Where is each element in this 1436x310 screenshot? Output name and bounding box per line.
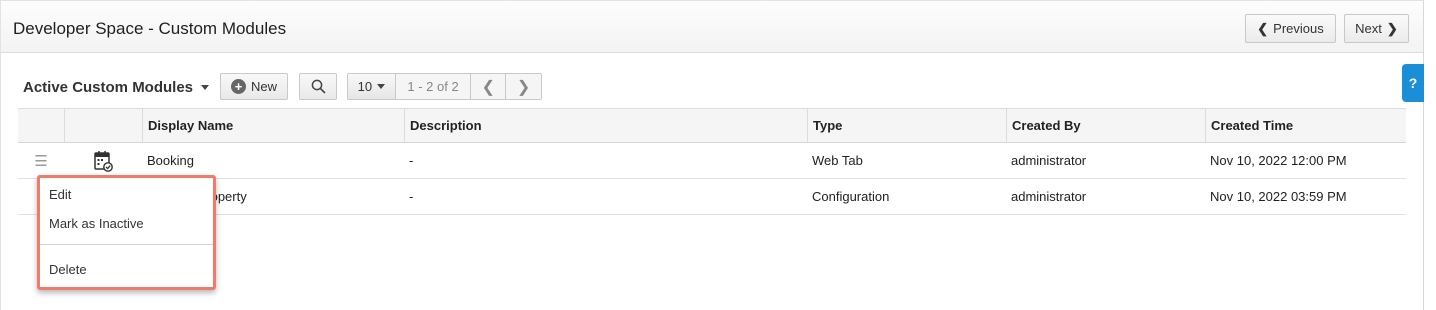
caret-down-icon [201,84,210,90]
main-panel: Developer Space - Custom Modules ❮ Previ… [0,0,1424,310]
menu-item-edit[interactable]: Edit [49,187,71,202]
type-cell: Web Tab [812,153,863,168]
display-name-cell[interactable]: Booking [142,143,404,178]
view-selector[interactable]: Active Custom Modules [23,77,210,97]
view-label: Active Custom Modules [23,78,194,96]
next-label: Next [1355,21,1382,36]
chevron-right-icon: ❯ [1386,20,1398,36]
menu-item-delete[interactable]: Delete [49,262,87,277]
plus-circle-icon: + [230,79,246,94]
table-row[interactable]: Booking Property - Configuration adminis… [18,179,1406,215]
previous-button[interactable]: ❮ Previous [1245,14,1336,43]
header-created-by[interactable]: Created By [1006,109,1205,142]
header-icon-col [64,109,142,142]
menu-divider [40,244,213,245]
created-time-cell: Nov 10, 2022 12:00 PM [1210,153,1347,168]
page-range: 1 - 2 of 2 [395,74,472,99]
description-cell: - [409,153,414,168]
header-actions-col [18,109,64,142]
row-context-menu: Edit Mark as Inactive Delete [37,175,216,290]
pagination: 10 1 - 2 of 2 ❮ ❯ [347,73,542,100]
hamburger-icon: ☰ [34,152,48,170]
chevron-left-icon: ❮ [1257,20,1269,36]
row-icon-cell [64,143,142,178]
created-time-cell: Nov 10, 2022 03:59 PM [1210,189,1347,204]
modules-table: Display Name Description Type Created By… [18,108,1406,215]
header-description[interactable]: Description [404,109,807,142]
created-by-cell: administrator [1011,189,1087,204]
new-label: New [250,79,277,94]
page-size-select[interactable]: 10 [348,74,396,99]
chevron-right-icon: ❯ [516,78,531,96]
page-next-button[interactable]: ❯ [506,74,541,99]
help-tab[interactable]: ? [1402,64,1424,102]
header-created-time[interactable]: Created Time [1205,109,1406,142]
page-size-value: 10 [357,79,373,94]
calendar-check-icon [94,150,113,172]
previous-label: Previous [1273,21,1324,36]
new-button[interactable]: + New [220,73,288,100]
chevron-left-icon: ❮ [481,78,495,96]
created-by-cell: administrator [1011,153,1087,168]
header-type[interactable]: Type [807,109,1006,142]
page-header: Developer Space - Custom Modules ❮ Previ… [1,1,1423,53]
table-row[interactable]: ☰ Booking - Web Tab administrator Nov 10… [18,143,1406,179]
help-icon: ? [1408,75,1418,91]
row-menu-button[interactable]: ☰ [18,143,64,178]
menu-item-mark-inactive[interactable]: Mark as Inactive [49,216,144,231]
type-cell: Configuration [812,189,890,204]
search-icon [311,79,325,94]
page-prev-button[interactable]: ❮ [471,74,507,99]
table-header: Display Name Description Type Created By… [18,108,1406,143]
search-button[interactable] [299,73,337,100]
page-title: Developer Space - Custom Modules [13,19,287,38]
description-cell: - [409,189,414,204]
next-button[interactable]: Next ❯ [1344,14,1409,43]
header-display-name[interactable]: Display Name [142,109,404,142]
caret-down-icon [377,84,386,89]
